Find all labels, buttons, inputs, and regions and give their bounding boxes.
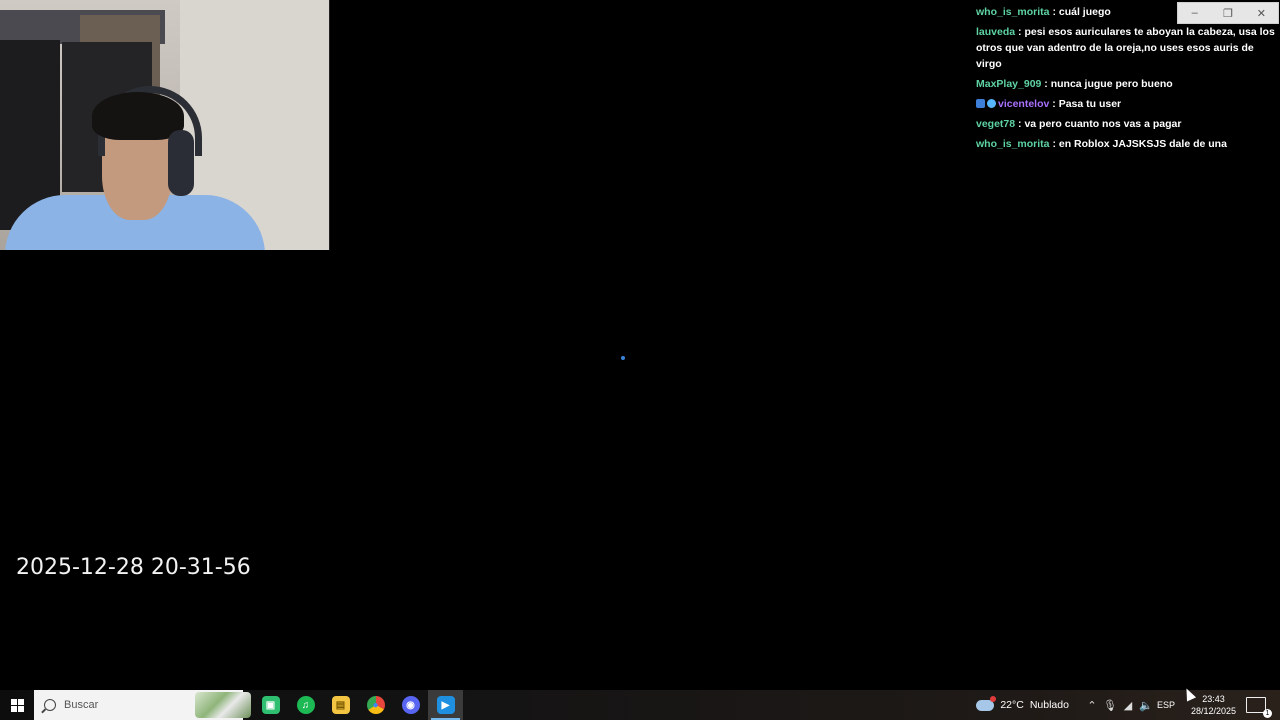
taskbar-clock[interactable]: 23:43 28/12/2025 [1191, 693, 1236, 717]
chrome-icon: ● [366, 696, 385, 714]
chat-text: : cuál juego [1049, 6, 1111, 18]
chat-text: : en Roblox JAJSKSJS dale de una [1049, 138, 1227, 150]
taskbar-app-chrome[interactable]: ● [358, 690, 393, 720]
meet-app-icon: ▣ [261, 696, 280, 714]
chat-badges [976, 99, 996, 108]
taskbar-apps: ▣ ♫ ▤ ● ◉ ▶ [253, 690, 463, 720]
chat-message: vicentelov : Pasa tu user [976, 96, 1276, 112]
chat-username: MaxPlay_909 [976, 78, 1042, 90]
discord-icon: ◉ [401, 696, 420, 714]
folder-icon: ▤ [331, 696, 350, 714]
taskbar-app-spotify[interactable]: ♫ [288, 690, 323, 720]
chat-username: lauveda [976, 26, 1016, 38]
cloud-icon [976, 695, 997, 711]
windows-logo-icon [10, 698, 24, 712]
close-button[interactable]: ✕ [1245, 3, 1278, 23]
chat-message: who_is_morita : en Roblox JAJSKSJS dale … [976, 136, 1276, 152]
taskbar-app-file-explorer[interactable]: ▤ [323, 690, 358, 720]
start-button[interactable] [0, 690, 34, 720]
network-icon[interactable]: ◢ [1119, 699, 1137, 712]
chat-text: : pesi esos auriculares te aboyan la cab… [976, 26, 1275, 70]
chat-text: : nunca jugue pero bueno [1041, 78, 1173, 90]
minimize-button[interactable]: – [1178, 3, 1211, 23]
clock-time: 23:43 [1202, 694, 1225, 704]
spotify-icon: ♫ [296, 696, 315, 714]
language-indicator[interactable]: ESP [1157, 700, 1175, 710]
badge-icon [976, 99, 985, 108]
webcam-overlay [0, 0, 330, 250]
restore-button[interactable]: ❐ [1211, 3, 1244, 23]
webcam-person-hair [92, 92, 184, 140]
recording-timestamp: 2025-12-28 20-31-56 [16, 555, 251, 580]
system-tray: 22°C Nublado ⌃ 🎙 ◢ 🔈 ESP 23:43 28/12/202… [976, 690, 1280, 720]
headphone-icon [168, 130, 194, 196]
chat-username: vicentelov [998, 98, 1050, 110]
microphone-icon[interactable]: 🎙 [1101, 699, 1119, 712]
loading-indicator [621, 356, 625, 360]
search-highlight-image [195, 692, 251, 718]
chat-text: : Pasa tu user [1049, 98, 1122, 110]
weather-temp: 22°C [1000, 699, 1024, 711]
weather-condition: Nublado [1029, 699, 1069, 711]
weather-widget[interactable]: 22°C Nublado [976, 695, 1069, 711]
search-placeholder: Buscar [64, 699, 99, 711]
taskbar-app-media[interactable]: ▶ [428, 690, 463, 720]
chat-username: who_is_morita [976, 138, 1050, 150]
search-icon [44, 699, 56, 711]
taskbar: Buscar ▣ ♫ ▤ ● ◉ ▶ 22°C Nublado ⌃ 🎙 ◢ 🔈 [0, 690, 1280, 720]
speaker-icon[interactable]: 🔈 [1137, 699, 1155, 712]
play-icon: ▶ [436, 696, 455, 714]
taskbar-search[interactable]: Buscar [34, 690, 251, 720]
chat-username: who_is_morita [976, 6, 1050, 18]
chat-message: MaxPlay_909 : nunca jugue pero bueno [976, 76, 1276, 92]
chat-message: lauveda : pesi esos auriculares te aboya… [976, 24, 1276, 72]
chat-overlay: who_is_morita : cuál juego lauveda : pes… [976, 4, 1276, 156]
chat-text: : va pero cuanto nos vas a pagar [1015, 118, 1182, 130]
gem-icon [987, 99, 996, 108]
chevron-up-icon[interactable]: ⌃ [1083, 699, 1101, 712]
window-controls: – ❐ ✕ [1177, 2, 1279, 24]
chat-message: veget78 : va pero cuanto nos vas a pagar [976, 116, 1276, 132]
chat-username: veget78 [976, 118, 1016, 130]
clock-date: 28/12/2025 [1190, 706, 1236, 716]
taskbar-app-meet[interactable]: ▣ [253, 690, 288, 720]
notification-icon[interactable] [1246, 697, 1272, 718]
taskbar-app-discord[interactable]: ◉ [393, 690, 428, 720]
